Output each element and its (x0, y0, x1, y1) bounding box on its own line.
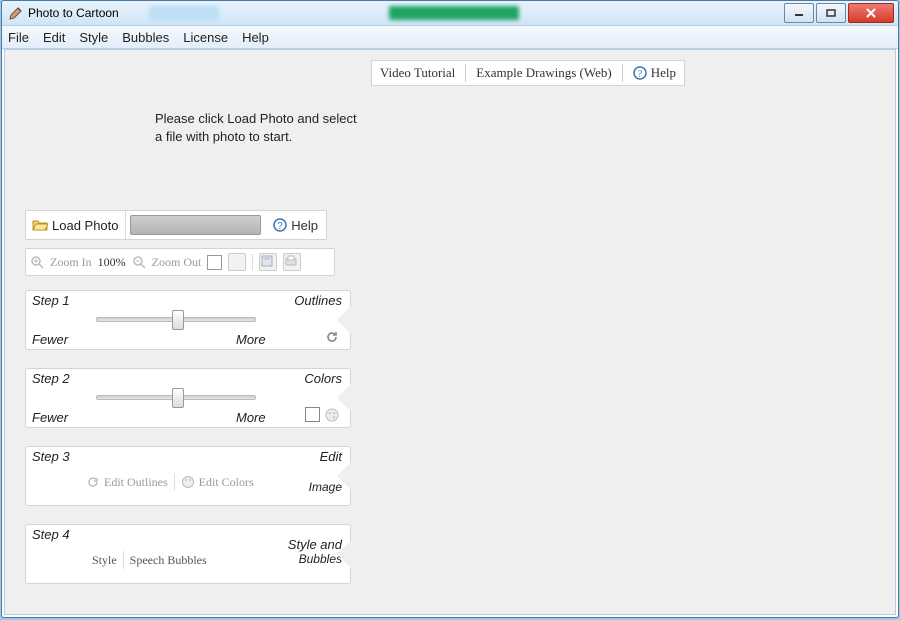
video-tutorial-link[interactable]: Video Tutorial (376, 65, 459, 81)
menu-file[interactable]: File (8, 30, 29, 45)
help-icon: ? (633, 66, 647, 80)
load-photo-button[interactable]: Load Photo (26, 211, 126, 239)
menu-license[interactable]: License (183, 30, 228, 45)
svg-text:?: ? (637, 69, 642, 80)
outlines-slider[interactable] (96, 311, 256, 325)
colors-slider[interactable] (96, 389, 256, 403)
more-label: More (236, 332, 266, 347)
svg-text:?: ? (277, 221, 283, 232)
refresh-icon (86, 475, 100, 489)
step-1-tag: Outlines (294, 293, 342, 308)
slider-thumb[interactable] (172, 310, 184, 330)
step-4-panel: Step 4 Style and Bubbles Style Speech Bu… (25, 524, 351, 584)
speech-bubbles-button[interactable]: Speech Bubbles (130, 553, 207, 568)
menu-style[interactable]: Style (79, 30, 108, 45)
zoom-out-button[interactable]: Zoom Out (152, 255, 202, 270)
load-help-button[interactable]: ? Help (265, 211, 326, 239)
window-title: Photo to Cartoon (28, 6, 119, 20)
app-window: Photo to Cartoon File Edit Style Bubbles… (1, 0, 899, 618)
step-2-panel: Step 2 Colors Fewer More (25, 368, 351, 428)
print-icon[interactable] (283, 253, 301, 271)
step-1-title: Step 1 (32, 293, 70, 308)
help-link[interactable]: ? Help (629, 65, 680, 81)
zoom-in-icon (30, 255, 44, 269)
step-3-title: Step 3 (32, 449, 70, 464)
zoom-out-icon (132, 255, 146, 269)
menu-bar: File Edit Style Bubbles License Help (2, 26, 898, 49)
save-icon[interactable] (259, 253, 277, 271)
style-button[interactable]: Style (92, 553, 117, 568)
minimize-button[interactable] (784, 3, 814, 23)
more-label: More (236, 410, 266, 425)
instruction-text: Please click Load Photo and select a fil… (155, 110, 365, 145)
menu-bubbles[interactable]: Bubbles (122, 30, 169, 45)
zoom-in-button[interactable]: Zoom In (50, 255, 92, 270)
blurred-region (149, 6, 219, 20)
step-1-panel: Step 1 Outlines Fewer More (25, 290, 351, 350)
edit-outlines-button[interactable]: Edit Outlines (86, 475, 168, 490)
folder-open-icon (32, 218, 48, 232)
close-button[interactable] (848, 3, 894, 23)
zoom-percent: 100% (98, 255, 126, 270)
example-drawings-link[interactable]: Example Drawings (Web) (472, 65, 615, 81)
step-2-title: Step 2 (32, 371, 70, 386)
step-4-title: Step 4 (32, 527, 70, 542)
slider-thumb[interactable] (172, 388, 184, 408)
blurred-region (389, 6, 519, 20)
title-bar: Photo to Cartoon (2, 1, 898, 26)
photo-path-field[interactable] (130, 215, 262, 235)
maximize-button[interactable] (816, 3, 846, 23)
toolbar-icon-1[interactable] (228, 253, 246, 271)
client-area: Video Tutorial Example Drawings (Web) ? … (4, 49, 896, 615)
help-icon: ? (273, 218, 287, 232)
pencil-icon (8, 5, 24, 21)
step-3-panel: Step 3 Edit Image Edit Outlines Edit Col… (25, 446, 351, 506)
palette-icon (181, 475, 195, 489)
step-2-checkbox[interactable] (305, 407, 320, 422)
fewer-label: Fewer (32, 410, 68, 425)
fit-checkbox[interactable] (207, 255, 222, 270)
step-4-tag1: Style and (288, 537, 342, 552)
fewer-label: Fewer (32, 332, 68, 347)
load-photo-row: Load Photo ? Help (25, 210, 327, 240)
top-link-bar: Video Tutorial Example Drawings (Web) ? … (371, 60, 685, 86)
menu-help[interactable]: Help (242, 30, 269, 45)
zoom-toolbar: Zoom In 100% Zoom Out (25, 248, 335, 276)
step-4-tag2: Bubbles (299, 553, 342, 566)
edit-colors-button[interactable]: Edit Colors (181, 475, 254, 490)
menu-edit[interactable]: Edit (43, 30, 65, 45)
